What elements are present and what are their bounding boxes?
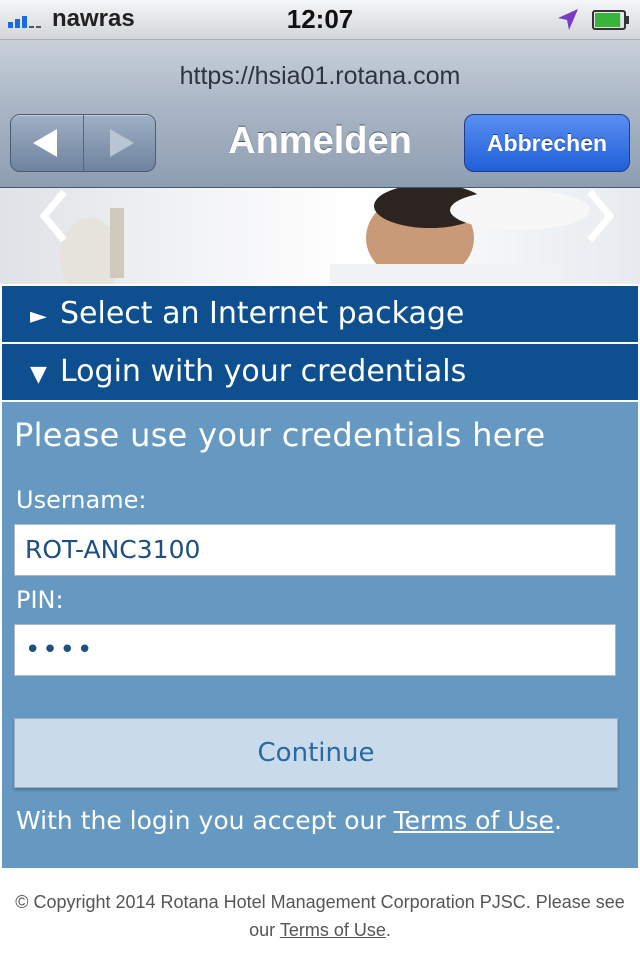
banner-prev-icon[interactable] (30, 188, 80, 248)
continue-button[interactable]: Continue (14, 718, 618, 788)
footer-our: our (249, 920, 276, 940)
battery-icon (592, 10, 629, 30)
url-bar[interactable]: https://hsia01.rotana.com (0, 62, 640, 91)
accordion-label: Select an Internet package (60, 296, 465, 331)
terms-notice: With the login you accept our Terms of U… (16, 806, 562, 835)
login-heading: Please use your credentials here (14, 416, 546, 454)
collapsed-triangle-icon: ► (30, 304, 47, 329)
page-footer: © Copyright 2014 Rotana Hotel Management… (0, 888, 640, 944)
username-label: Username: (16, 486, 147, 514)
browser-navbar: https://hsia01.rotana.com Anmelden Abbre… (0, 40, 640, 188)
accordion-select-package[interactable]: ► Select an Internet package (2, 286, 638, 342)
banner-photo (60, 188, 590, 284)
cancel-button[interactable]: Abbrechen (464, 114, 630, 172)
status-time: 12:07 (286, 4, 354, 34)
terms-notice-text: With the login you accept our (16, 806, 386, 835)
pin-label: PIN: (16, 586, 64, 614)
accordion-login-credentials[interactable]: ▼ Login with your credentials (2, 344, 638, 400)
expanded-triangle-icon: ▼ (30, 362, 47, 387)
location-arrow-icon (558, 9, 578, 30)
footer-end: . (385, 920, 391, 940)
banner-next-icon[interactable] (576, 188, 626, 248)
hero-banner (0, 188, 640, 284)
pin-field[interactable]: •••• (14, 624, 616, 676)
accordion-label: Login with your credentials (60, 354, 467, 389)
footer-terms-link[interactable]: Terms of Use (280, 920, 386, 940)
status-bar: nawras 12:07 (0, 0, 640, 40)
copyright-text: © Copyright 2014 Rotana Hotel Management… (15, 892, 625, 912)
login-panel: Please use your credentials here Usernam… (2, 402, 638, 868)
username-field[interactable]: ROT-ANC3100 (14, 524, 616, 576)
terms-of-use-link[interactable]: Terms of Use (394, 806, 554, 835)
terms-notice-end: . (553, 806, 562, 835)
